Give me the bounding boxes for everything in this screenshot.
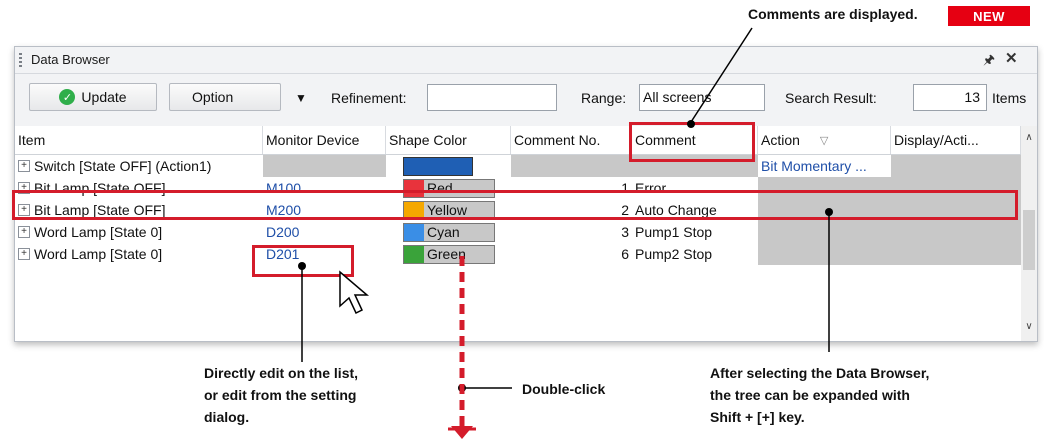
double-click-note: Double-click (522, 381, 606, 397)
expand-note: After selecting the Data Browser, the tr… (710, 365, 930, 425)
edit-note: Directly edit on the list, or edit from … (204, 365, 359, 425)
mouse-cursor-icon (339, 270, 370, 315)
